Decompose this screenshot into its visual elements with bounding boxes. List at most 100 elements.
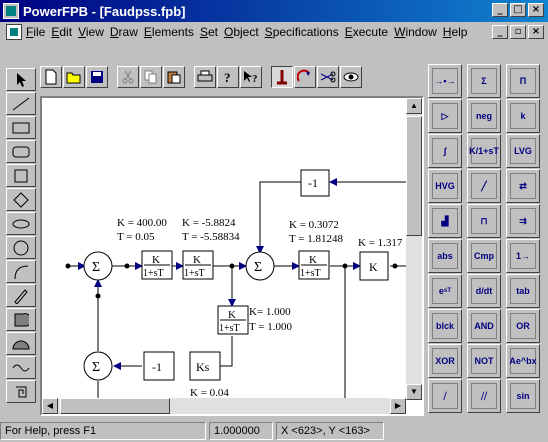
scissors-button[interactable] [317, 66, 339, 88]
doc-minimize-button[interactable]: _ [492, 25, 508, 39]
palette-ramp-block[interactable]: ⧸ [428, 379, 462, 413]
palette-derivative-block[interactable]: d/dt [467, 274, 501, 308]
tool-rectangle[interactable] [6, 116, 36, 139]
scroll-right-button[interactable]: ▶ [390, 398, 406, 414]
palette-subsystem-block[interactable]: blck [428, 309, 462, 343]
menu-window[interactable]: Window [394, 25, 443, 39]
palette-product-block[interactable]: Π [506, 64, 540, 98]
horizontal-scroll-thumb[interactable] [60, 398, 170, 414]
palette-limiter-block[interactable]: ╱ [467, 169, 501, 203]
doc-restore-button[interactable]: ▫ [510, 25, 526, 39]
tool-freehand[interactable] [6, 284, 36, 307]
tool-spiral[interactable] [6, 380, 36, 403]
tool-square[interactable] [6, 164, 36, 187]
doc-close-button[interactable]: × [528, 25, 544, 39]
scroll-left-button[interactable]: ◀ [42, 398, 58, 414]
palette-delay-block[interactable]: eˢᵀ [428, 274, 462, 308]
copy-button[interactable] [140, 66, 162, 88]
palette-pulse-block[interactable]: ⊓ [467, 204, 501, 238]
document-icon[interactable] [6, 24, 22, 40]
palette-compare-block[interactable]: Cmp [467, 239, 501, 273]
palette-label: HVG [432, 173, 458, 199]
palette-sine-block[interactable]: sin [506, 379, 540, 413]
cut-button[interactable] [117, 66, 139, 88]
maximize-button[interactable]: □ [510, 3, 526, 17]
menu-view[interactable]: View [78, 25, 110, 39]
palette-or-gate-block[interactable]: OR [506, 309, 540, 343]
palette-exponential-block[interactable]: Ae^bx [506, 344, 540, 378]
app-icon[interactable] [3, 3, 19, 19]
paste-button[interactable] [163, 66, 185, 88]
tool-diamond[interactable] [6, 188, 36, 211]
context-help-button[interactable]: ? [240, 66, 262, 88]
palette-not-gate-block[interactable]: NOT [467, 344, 501, 378]
vertical-scrollbar[interactable]: ▲ ▼ [406, 98, 422, 400]
tool-rounded-rectangle[interactable] [6, 140, 36, 163]
menu-edit[interactable]: Edit [51, 25, 78, 39]
tool-quarter[interactable] [6, 308, 36, 331]
block-diagram[interactable]: Σ K 1+sT K = 400.00 T = 0.05 K 1+sT K = … [42, 98, 406, 400]
tool-ellipse[interactable] [6, 212, 36, 235]
menu-object[interactable]: Object [224, 25, 265, 39]
save-button[interactable] [86, 66, 108, 88]
palette-output-block[interactable]: 1→ [506, 239, 540, 273]
menu-file[interactable]: File [26, 25, 51, 39]
menu-elements[interactable]: Elements [144, 25, 200, 39]
palette-negation-block[interactable]: neg [467, 99, 501, 133]
palette-label: Σ [471, 68, 497, 94]
tool-arc[interactable] [6, 260, 36, 283]
palette-and-gate-block[interactable]: AND [467, 309, 501, 343]
palette-label: k [510, 103, 536, 129]
open-button[interactable] [63, 66, 85, 88]
minimize-button[interactable]: _ [492, 3, 508, 17]
lag4-k-label: K= 1.000 [249, 306, 291, 318]
horizontal-scrollbar[interactable]: ◀ ▶ [42, 398, 406, 414]
palette-integrator-block[interactable]: ∫ [428, 134, 462, 168]
gain-block-label: K [369, 260, 378, 274]
palette-lag-block[interactable]: K/1+sT [467, 134, 501, 168]
quarter-shape-icon [14, 312, 29, 326]
rounded-rectangle-icon [12, 146, 30, 157]
tool-half-circle[interactable] [6, 332, 36, 355]
menu-execute[interactable]: Execute [345, 25, 394, 39]
title-bar: PowerFPB - [Faudpss.fpb] _ □ × [0, 0, 548, 22]
menu-draw[interactable]: Draw [110, 25, 144, 39]
palette-xor-gate-block[interactable]: XOR [428, 344, 462, 378]
tool-line[interactable] [6, 92, 36, 115]
tool-wave[interactable] [6, 356, 36, 379]
palette-low-value-gate-block[interactable]: LVG [506, 134, 540, 168]
value-status: 1.000000 [209, 422, 273, 440]
diagram-canvas[interactable]: Σ K 1+sT K = 400.00 T = 0.05 K 1+sT K = … [40, 96, 424, 416]
new-button[interactable] [40, 66, 62, 88]
palette-step-block[interactable]: ▟ [428, 204, 462, 238]
scroll-up-button[interactable]: ▲ [406, 98, 422, 114]
menu-set[interactable]: Set [200, 25, 224, 39]
wire-tool-button[interactable] [271, 66, 293, 88]
palette-label: ⇉ [510, 208, 536, 234]
print-button[interactable] [194, 66, 216, 88]
scroll-down-button[interactable]: ▼ [406, 384, 422, 400]
palette-selector-block[interactable]: ⇉ [506, 204, 540, 238]
palette-node-block[interactable]: →•→ [428, 64, 462, 98]
palette-constant-block[interactable]: k [506, 99, 540, 133]
view-button[interactable] [340, 66, 362, 88]
tool-select[interactable] [6, 68, 36, 91]
palette-high-value-gate-block[interactable]: HVG [428, 169, 462, 203]
palette-gain-block[interactable]: ▷ [428, 99, 462, 133]
palette-switch-block[interactable]: ⇄ [506, 169, 540, 203]
palette-rate-limiter-block[interactable]: ⧸⧸ [467, 379, 501, 413]
close-button[interactable]: × [528, 3, 544, 17]
help-button[interactable]: ? [217, 66, 239, 88]
rotate-button[interactable] [294, 66, 316, 88]
spiral-icon [16, 386, 27, 397]
palette-table-block[interactable]: tab [506, 274, 540, 308]
palette-summation-block[interactable]: Σ [467, 64, 501, 98]
vertical-scroll-thumb[interactable] [406, 116, 422, 236]
palette-abs-block[interactable]: abs [428, 239, 462, 273]
tool-circle[interactable] [6, 236, 36, 259]
svg-text:?: ? [252, 73, 258, 84]
palette-label: OR [510, 313, 536, 339]
menu-specifications[interactable]: Specifications [265, 25, 345, 39]
menu-help[interactable]: Help [443, 25, 474, 39]
copy-icon [144, 70, 157, 84]
